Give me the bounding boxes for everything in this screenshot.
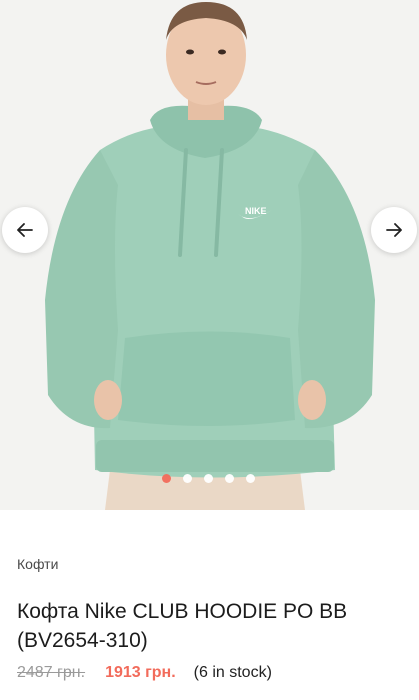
old-price: 2487 грн.	[17, 664, 86, 681]
pagination-dot[interactable]	[246, 474, 255, 483]
product-image-gallery[interactable]: NIKE	[0, 0, 419, 510]
nike-logo-text: NIKE	[245, 206, 267, 216]
product-photo: NIKE	[0, 0, 419, 510]
price-row: 2487 грн. 1913 грн. (6 in stock)	[17, 664, 272, 682]
pagination-dot[interactable]	[225, 474, 234, 483]
product-category-link[interactable]: Кофти	[17, 556, 58, 572]
arrow-left-icon	[17, 223, 33, 237]
pagination-dot[interactable]	[162, 474, 171, 483]
stock-status: (6 in stock)	[193, 664, 272, 681]
pagination-dot[interactable]	[204, 474, 213, 483]
product-title: Кофта Nike CLUB HOODIE PO BB (BV2654-310…	[17, 600, 348, 652]
next-image-button[interactable]	[371, 207, 417, 253]
sale-price: 1913 грн.	[105, 664, 176, 681]
pagination-dot[interactable]	[183, 474, 192, 483]
gallery-pagination	[162, 474, 255, 483]
prev-image-button[interactable]	[2, 207, 48, 253]
arrow-right-icon	[386, 223, 402, 237]
